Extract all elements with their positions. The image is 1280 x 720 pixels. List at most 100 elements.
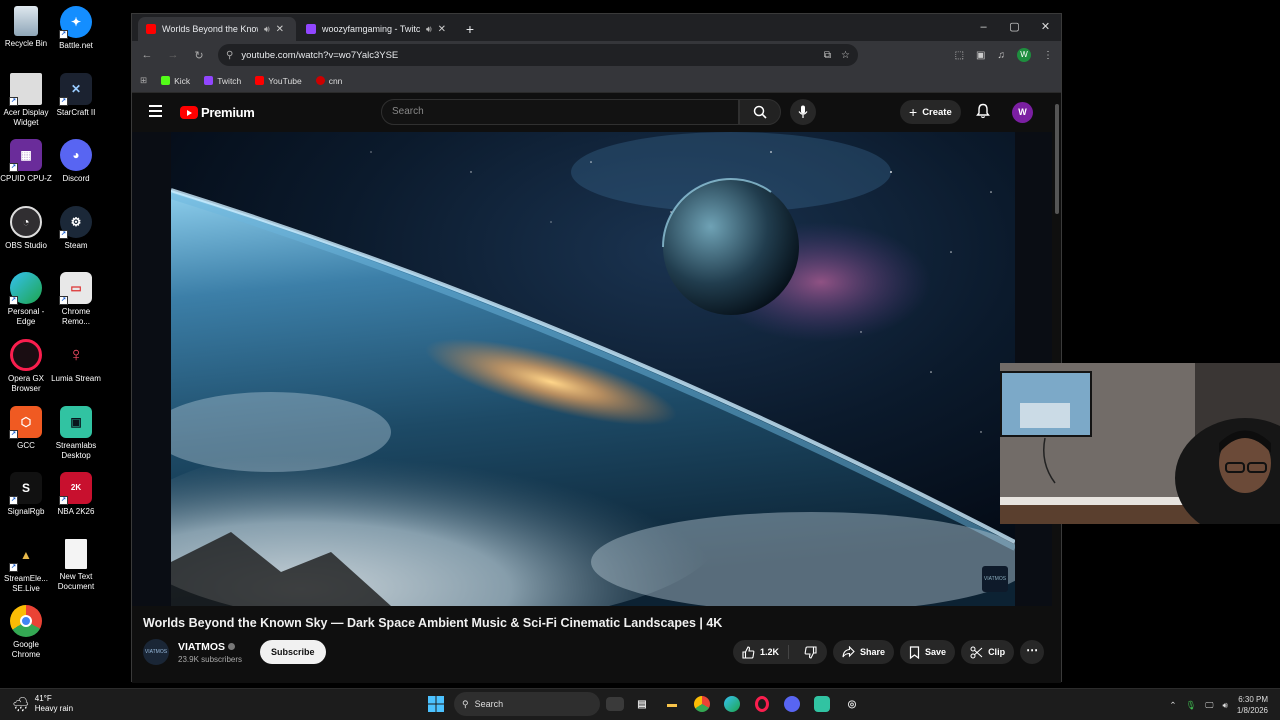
- desktop-icon-gcc[interactable]: ⬡ ↗ GCC: [0, 406, 52, 451]
- channel-watermark[interactable]: VIATMOS: [982, 566, 1008, 592]
- voice-search-button[interactable]: [790, 99, 816, 125]
- more-actions-button[interactable]: ⋯: [1020, 640, 1045, 664]
- desktop-icon-discord[interactable]: ◕ Discord: [50, 139, 102, 184]
- bookmark-kick[interactable]: Kick: [161, 76, 190, 86]
- chevron-up-icon[interactable]: ⌃: [1169, 700, 1176, 711]
- scissors-icon: [970, 646, 983, 658]
- taskbar-search[interactable]: ⚲ Search: [454, 692, 600, 716]
- media-control-icon[interactable]: ♫: [998, 50, 1006, 61]
- chrome-remote-icon: ▭ ↗: [59, 272, 92, 305]
- new-tab-button[interactable]: +: [458, 17, 482, 41]
- speaker-icon[interactable]: 🔊︎: [264, 24, 270, 35]
- desktop-icon-chrome-remote[interactable]: ▭ ↗ Chrome Remo...: [50, 272, 102, 327]
- dislike-button[interactable]: [794, 645, 827, 659]
- widgets-button[interactable]: ▤: [630, 692, 654, 716]
- chrome-taskbar-icon[interactable]: [690, 692, 714, 716]
- cpuz-icon: ▦ ↗: [9, 139, 42, 172]
- site-info-icon[interactable]: ⚲: [226, 50, 233, 61]
- desktop-icon-streamelements[interactable]: ▲ ↗ StreamEle... SE.Live: [0, 539, 52, 594]
- clock[interactable]: 6:30 PM 1/8/2026: [1237, 694, 1268, 716]
- edge-taskbar-icon[interactable]: [720, 692, 744, 716]
- desktop-icon-signalrgb[interactable]: S ↗ SignalRgb: [0, 472, 52, 517]
- discord-taskbar-icon[interactable]: [780, 692, 804, 716]
- task-view-button[interactable]: [606, 697, 624, 711]
- microphone-icon: [798, 105, 808, 118]
- desktop-icon-streamlabs[interactable]: ▣ Streamlabs Desktop: [50, 406, 102, 461]
- reload-icon[interactable]: ↻: [192, 49, 206, 62]
- desktop-icon-label: Personal - Edge: [7, 307, 45, 326]
- bookmark-youtube[interactable]: YouTube: [255, 76, 302, 86]
- browser-window: Worlds Beyond the Known 🔊︎ ✕ woozyfamgam…: [131, 13, 1062, 683]
- desktop-icon-label: CPUID CPU-Z: [0, 174, 52, 183]
- share-button[interactable]: Share: [833, 640, 895, 664]
- bookmark-cnn[interactable]: cnn: [315, 76, 342, 86]
- desktop-icon-opera[interactable]: Opera GX Browser: [0, 339, 52, 394]
- desktop-icon-obs[interactable]: ◔ OBS Studio: [0, 206, 52, 251]
- desktop-icon-starcraft[interactable]: ✕ ↗ StarCraft II: [50, 73, 102, 118]
- desktop-icon-lumia[interactable]: ♀ Lumia Stream: [50, 339, 102, 384]
- close-tab-icon[interactable]: ✕: [276, 24, 284, 35]
- create-label: Create: [922, 106, 952, 118]
- minimize-icon[interactable]: –: [968, 14, 999, 41]
- subscribe-button[interactable]: Subscribe: [260, 640, 326, 664]
- user-avatar[interactable]: W: [1012, 102, 1033, 123]
- save-label: Save: [925, 647, 947, 657]
- desktop-icon-edge[interactable]: ↗ Personal - Edge: [0, 272, 52, 327]
- desktop-icon-label: Streamlabs Desktop: [55, 441, 97, 460]
- scrollbar-thumb[interactable]: [1055, 104, 1059, 214]
- app-taskbar-icon[interactable]: ◎: [840, 692, 864, 716]
- desktop-icon-nba2k[interactable]: 2K ↗ NBA 2K26: [50, 472, 102, 517]
- desktop-icon-text-document[interactable]: New Text Document: [50, 539, 102, 592]
- close-tab-icon[interactable]: ✕: [438, 24, 446, 35]
- youtube-logo[interactable]: Premium: [180, 105, 255, 120]
- weather-widget[interactable]: 🌧︎ 41°F Heavy rain: [12, 694, 73, 714]
- side-panel-icon[interactable]: ▣: [976, 50, 985, 61]
- desktop-icon-steam[interactable]: ⚙ ↗ Steam: [50, 206, 102, 251]
- cnn-icon: [315, 76, 325, 85]
- clip-button[interactable]: Clip: [961, 640, 1015, 664]
- search-input[interactable]: Search: [381, 99, 739, 125]
- desktop-icon-chrome[interactable]: Google Chrome: [0, 605, 52, 660]
- desktop-icon-label: Recycle Bin: [4, 39, 48, 48]
- speaker-icon[interactable]: 🔊︎: [426, 24, 432, 35]
- channel-name[interactable]: VIATMOS: [178, 641, 242, 653]
- back-icon[interactable]: ←: [140, 49, 154, 61]
- file-explorer-icon[interactable]: ▬: [660, 692, 684, 716]
- close-window-icon[interactable]: ✕: [1030, 14, 1061, 41]
- bookmark-twitch[interactable]: Twitch: [204, 76, 241, 86]
- like-button[interactable]: 1.2K: [733, 645, 790, 659]
- start-button[interactable]: [424, 692, 448, 716]
- create-button[interactable]: + Create: [900, 100, 961, 124]
- streamlabs-taskbar-icon[interactable]: [810, 692, 834, 716]
- search-button[interactable]: [739, 99, 781, 125]
- channel-avatar[interactable]: VIATMOS: [143, 639, 169, 665]
- twitch-favicon-icon: [306, 24, 316, 34]
- opera-gx-taskbar-icon[interactable]: [750, 692, 774, 716]
- bookmark-star-icon[interactable]: ☆: [841, 50, 850, 61]
- cast-icon[interactable]: ⧉: [824, 50, 831, 61]
- notifications-button[interactable]: [976, 103, 990, 124]
- save-button[interactable]: Save: [900, 640, 956, 664]
- forward-icon[interactable]: →: [166, 49, 180, 61]
- address-bar[interactable]: ⚲ youtube.com/watch?v=wo7Yalc3YSE ⧉ ☆: [218, 44, 858, 66]
- extensions-icon[interactable]: ⬚: [955, 50, 964, 61]
- desktop-icon-acer[interactable]: ↗ Acer Display Widget: [0, 73, 52, 128]
- profile-avatar[interactable]: W: [1017, 48, 1031, 62]
- maximize-icon[interactable]: ▢: [999, 14, 1030, 41]
- signalrgb-icon: S ↗: [9, 472, 42, 505]
- apps-grid-icon[interactable]: ⊞: [140, 75, 147, 86]
- desktop-icon-battlenet[interactable]: ✦ ↗ Battle.net: [50, 6, 102, 51]
- volume-icon[interactable]: 🔊︎: [1223, 700, 1228, 711]
- desktop-icon-label: Google Chrome: [11, 640, 41, 659]
- menu-kebab-icon[interactable]: ⋮: [1043, 50, 1053, 61]
- desktop-icon-label: New Text Document: [57, 572, 95, 591]
- tab-youtube[interactable]: Worlds Beyond the Known 🔊︎ ✕: [138, 17, 296, 41]
- desktop-icon-recycle-bin[interactable]: Recycle Bin: [0, 6, 52, 49]
- desktop-icon-cpuz[interactable]: ▦ ↗ CPUID CPU-Z: [0, 139, 52, 184]
- microphone-tray-icon[interactable]: 🎙︎: [1186, 700, 1197, 711]
- network-icon[interactable]: 🖵︎: [1205, 700, 1213, 711]
- video-frame[interactable]: VIATMOS: [171, 132, 1015, 606]
- tab-twitch[interactable]: woozyfamgaming - Twitch 🔊︎ ✕: [298, 17, 456, 41]
- hamburger-menu-icon[interactable]: [149, 105, 162, 120]
- video-player[interactable]: VIATMOS: [132, 132, 1052, 606]
